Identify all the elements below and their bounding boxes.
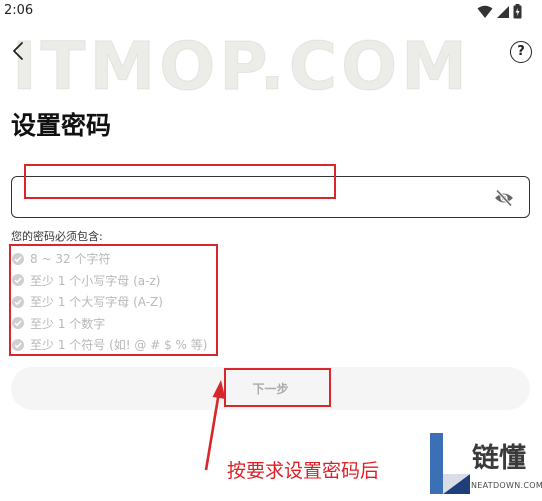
check-circle-icon (12, 295, 24, 308)
requirement-text: 至少 1 个小写字母 (a-z) (30, 273, 161, 288)
eye-off-icon (495, 189, 513, 207)
requirement-item: 至少 1 个小写字母 (a-z) (12, 270, 207, 292)
back-button[interactable] (8, 40, 30, 62)
status-icons (477, 4, 522, 19)
logo-chinese-text: 链懂 (472, 443, 526, 474)
status-time: 2:06 (4, 3, 34, 18)
requirement-item: 至少 1 个数字 (12, 313, 207, 335)
status-bar: 2:06 (0, 0, 542, 24)
next-step-button[interactable]: 下一步 (11, 367, 530, 410)
requirement-text: 至少 1 个数字 (30, 316, 106, 331)
page-title: 设置密码 (11, 111, 112, 140)
logo-english-text: NEATDOWN.COM (471, 481, 542, 490)
check-circle-icon (12, 252, 24, 265)
watermark: ITMOP.COM (12, 28, 471, 106)
password-visibility-toggle[interactable] (493, 187, 515, 209)
annotation-caption: 按要求设置密码后 (227, 460, 380, 482)
requirement-text: 至少 1 个大写字母 (A-Z) (30, 295, 163, 310)
requirement-text: 8 ~ 32 个字符 (30, 252, 111, 267)
requirement-item: 至少 1 个大写字母 (A-Z) (12, 291, 207, 313)
password-field[interactable] (24, 186, 484, 208)
check-circle-icon (12, 274, 24, 287)
logo-l-mark (430, 433, 470, 494)
site-logo: 链懂 NEATDOWN.COM (430, 430, 542, 501)
help-button[interactable]: ? (510, 41, 532, 63)
requirements-heading: 您的密码必须包含: (11, 230, 103, 243)
check-circle-icon (12, 317, 24, 330)
wifi-icon (477, 5, 493, 18)
check-circle-icon (12, 338, 24, 351)
help-icon: ? (517, 44, 525, 59)
battery-icon (513, 4, 522, 19)
requirement-text: 至少 1 个符号 (如! @ # $ % 等) (30, 338, 208, 353)
password-input-box (11, 176, 530, 218)
requirements-list: 8 ~ 32 个字符 至少 1 个小写字母 (a-z) 至少 1 个大写字母 (… (12, 248, 207, 356)
requirement-item: 至少 1 个符号 (如! @ # $ % 等) (12, 334, 207, 356)
chevron-left-icon (13, 42, 23, 60)
requirement-item: 8 ~ 32 个字符 (12, 248, 207, 270)
signal-icon (497, 5, 509, 18)
